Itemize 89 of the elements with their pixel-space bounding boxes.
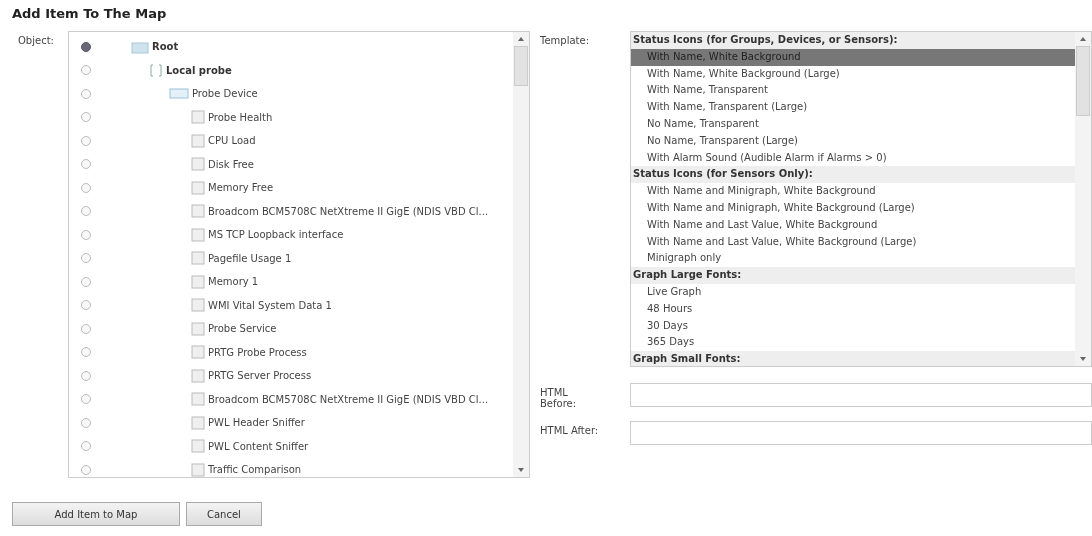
radio-button[interactable] <box>81 323 91 334</box>
radio-button[interactable] <box>81 159 91 170</box>
radio-button[interactable] <box>81 464 91 475</box>
sensor-icon <box>191 368 205 383</box>
tree-item[interactable]: Traffic Comparison <box>208 464 302 476</box>
page-title: Add Item To The Map <box>12 6 168 21</box>
radio-button[interactable] <box>81 41 91 52</box>
radio-button[interactable] <box>81 206 91 217</box>
sensor-icon <box>191 274 205 289</box>
sensor-icon <box>191 415 205 430</box>
radio-button[interactable] <box>81 276 91 287</box>
sensor-icon <box>191 110 205 125</box>
cancel-button[interactable]: Cancel <box>186 502 262 526</box>
sensor-icon <box>191 180 205 195</box>
tree-item[interactable]: CPU Load <box>208 135 256 147</box>
template-option[interactable]: With Alarm Sound (Audible Alarm if Alarms > 0) <box>631 149 1075 167</box>
tree-item[interactable]: Root <box>152 41 179 53</box>
tree-item[interactable]: Probe Device <box>192 88 258 100</box>
folder-icon <box>131 39 149 54</box>
template-option[interactable]: Minigraph only <box>631 250 1075 268</box>
radio-button[interactable] <box>81 347 91 358</box>
template-option[interactable]: 365 Days <box>631 334 1075 352</box>
tree-item[interactable]: Memory Free <box>208 182 274 194</box>
add-button[interactable]: Add Item to Map <box>12 502 180 526</box>
radio-button[interactable] <box>81 135 91 146</box>
tree-item[interactable]: PRTG Server Process <box>208 370 312 382</box>
sensor-icon <box>191 462 205 477</box>
scrollbar[interactable] <box>1075 32 1091 366</box>
tree-item[interactable]: MS TCP Loopback interface <box>208 229 344 241</box>
template-option[interactable]: With Name and Minigraph, White Background <box>631 183 1075 200</box>
radio-button[interactable] <box>81 441 91 452</box>
template-option[interactable]: With Name, Transparent <box>631 82 1075 100</box>
template-option[interactable]: With Name, Transparent (Large) <box>631 99 1075 116</box>
radio-button[interactable] <box>81 65 91 76</box>
tree-item[interactable]: Local probe <box>166 64 232 76</box>
tree-item[interactable]: PRTG Probe Process <box>208 346 307 358</box>
radio-button[interactable] <box>81 182 91 193</box>
template-option[interactable]: No Name, Transparent <box>631 116 1075 133</box>
tree-item[interactable]: Disk Free <box>208 158 254 170</box>
sensor-icon <box>191 227 205 242</box>
tree-item[interactable]: Pagefile Usage 1 <box>208 252 292 264</box>
field-label: HTML Before: <box>540 386 578 409</box>
template-option[interactable]: 48 Hours <box>631 300 1075 318</box>
tree-item[interactable]: PWL Header Sniffer <box>208 417 305 429</box>
radio-button[interactable] <box>81 370 91 381</box>
group-heading: Graph Large Fonts: <box>631 267 1075 284</box>
device-icon <box>169 87 189 100</box>
html-after-field[interactable] <box>630 421 1092 445</box>
template-option[interactable]: With Name and Last Value, White Background <box>631 216 1075 234</box>
html-before-field[interactable] <box>630 383 1092 407</box>
sensor-icon <box>191 251 205 266</box>
sensor-icon <box>191 298 205 313</box>
scroll-thumb[interactable] <box>514 46 528 86</box>
sensor-icon <box>191 345 205 360</box>
sensor-icon <box>191 133 205 148</box>
template-option[interactable]: Live Graph <box>631 283 1075 301</box>
sensor-icon <box>191 321 205 336</box>
object-label: Object: <box>17 34 55 48</box>
radio-button[interactable] <box>81 229 91 240</box>
template-option[interactable]: No Name, Transparent (Large) <box>631 132 1075 150</box>
template-option[interactable]: With Name and Minigraph, White Background (Large) <box>631 199 1075 217</box>
radio-button[interactable] <box>81 253 91 264</box>
radio-button[interactable] <box>81 417 91 428</box>
tree-item[interactable]: Probe Service <box>208 323 277 335</box>
template-label: Template: <box>540 34 590 48</box>
bracket-icon <box>149 63 163 78</box>
tree-item[interactable]: WMI Vital System Data 1 <box>208 299 332 311</box>
group-heading: Status Icons (for Sensors Only): <box>631 166 1075 184</box>
tree-item[interactable]: Probe Health <box>208 111 273 123</box>
template-option[interactable]: With Name, White Background (Large) <box>631 65 1075 83</box>
field-label: HTML After: <box>540 424 600 438</box>
radio-button[interactable] <box>81 88 91 99</box>
sensor-icon <box>191 439 205 454</box>
template-option[interactable]: 30 Days <box>631 317 1075 335</box>
scrollbar[interactable] <box>513 32 529 477</box>
template-option[interactable]: With Name and Last Value, White Background (Large) <box>631 233 1075 251</box>
tree-item[interactable]: Broadcom BCM5708C NetXtreme II GigE (NDIS VBD Cl... <box>208 393 489 405</box>
scroll-thumb[interactable] <box>1076 46 1090 116</box>
radio-button[interactable] <box>81 112 91 123</box>
tree-item[interactable]: PWL Content Sniffer <box>208 440 309 452</box>
radio-button[interactable] <box>81 300 91 311</box>
tree-item[interactable]: Broadcom BCM5708C NetXtreme II GigE (NDIS VBD Cl... <box>208 205 489 217</box>
radio-button[interactable] <box>81 394 91 405</box>
group-heading: Status Icons (for Groups, Devices, or Sensors): <box>631 32 1075 49</box>
sensor-icon <box>191 392 205 407</box>
group-heading: Graph Small Fonts: <box>631 351 1075 366</box>
sensor-icon <box>191 157 205 172</box>
tree-item[interactable]: Memory 1 <box>208 276 259 288</box>
sensor-icon <box>191 204 205 219</box>
